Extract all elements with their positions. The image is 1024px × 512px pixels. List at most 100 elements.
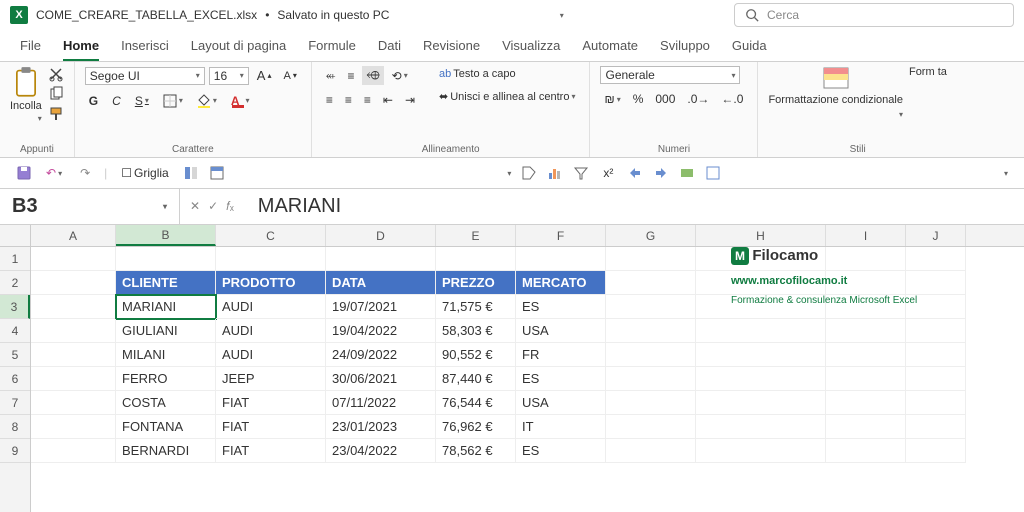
chevron-down-icon[interactable]: ▾	[560, 11, 564, 20]
tab-developer[interactable]: Sviluppo	[660, 38, 710, 61]
indent-decrease-icon[interactable]: ⇤	[379, 91, 397, 109]
qat-icon-6[interactable]	[705, 165, 721, 181]
cell[interactable]	[906, 391, 966, 415]
format-table-button[interactable]: Form ta	[909, 66, 947, 78]
cell[interactable]: BERNARDI	[116, 439, 216, 463]
cell[interactable]: USA	[516, 391, 606, 415]
cell[interactable]	[826, 343, 906, 367]
cell[interactable]	[906, 367, 966, 391]
col-header-G[interactable]: G	[606, 225, 696, 246]
chevron-down-icon[interactable]: ▾	[1004, 169, 1008, 178]
col-header-E[interactable]: E	[436, 225, 516, 246]
col-header-J[interactable]: J	[906, 225, 966, 246]
cell[interactable]: PREZZO	[436, 271, 516, 295]
align-top-icon[interactable]: ⬴	[322, 66, 340, 85]
cell[interactable]	[216, 247, 326, 271]
chevron-down-icon[interactable]: ▾	[38, 114, 42, 123]
cell[interactable]	[31, 343, 116, 367]
cell[interactable]	[826, 391, 906, 415]
font-size-dropdown[interactable]: 16▾	[209, 67, 249, 85]
cell[interactable]	[606, 343, 696, 367]
col-header-I[interactable]: I	[826, 225, 906, 246]
cell[interactable]: MARIANI	[116, 295, 216, 319]
borders-button[interactable]: ▾	[159, 92, 187, 110]
cell[interactable]	[436, 247, 516, 271]
save-icon[interactable]	[16, 165, 32, 181]
cell[interactable]	[606, 391, 696, 415]
cell[interactable]: 23/01/2023	[326, 415, 436, 439]
cell[interactable]	[696, 415, 826, 439]
cell[interactable]	[696, 391, 826, 415]
row-header-3[interactable]: 3	[0, 295, 30, 319]
cell[interactable]	[826, 415, 906, 439]
tab-layout[interactable]: Layout di pagina	[191, 38, 286, 61]
cells-area[interactable]: M Filocamo www.marcofilocamo.it Formazio…	[31, 247, 1024, 463]
cell[interactable]: IT	[516, 415, 606, 439]
cell[interactable]: AUDI	[216, 319, 326, 343]
cell[interactable]	[696, 343, 826, 367]
tag-icon[interactable]	[521, 165, 537, 181]
cell[interactable]	[606, 271, 696, 295]
search-box[interactable]: Cerca	[734, 3, 1014, 27]
cell[interactable]	[326, 247, 436, 271]
decrease-font-icon[interactable]: A▾	[279, 68, 300, 84]
tab-insert[interactable]: Inserisci	[121, 38, 169, 61]
cell[interactable]: 58,303 €	[436, 319, 516, 343]
increase-decimal-icon[interactable]: .0→	[683, 90, 713, 108]
cell[interactable]	[696, 439, 826, 463]
save-status[interactable]: Salvato in questo PC	[277, 8, 389, 22]
cell[interactable]	[606, 439, 696, 463]
col-header-B[interactable]: B	[116, 225, 216, 246]
qat-icon-1[interactable]	[183, 165, 199, 181]
cell[interactable]: 78,562 €	[436, 439, 516, 463]
gridlines-toggle[interactable]: ☐ Griglia	[117, 164, 172, 182]
format-painter-icon[interactable]	[48, 106, 64, 122]
currency-icon[interactable]: ₪▾	[600, 90, 624, 108]
paste-label[interactable]: Incolla	[10, 100, 42, 112]
cell[interactable]	[906, 343, 966, 367]
fx-icon[interactable]: 𝑓ₓ	[226, 199, 234, 214]
tab-file[interactable]: File	[20, 38, 41, 61]
cell[interactable]: GIULIANI	[116, 319, 216, 343]
chevron-down-icon[interactable]: ▾	[507, 169, 511, 178]
cell[interactable]: FIAT	[216, 391, 326, 415]
cell[interactable]: 19/04/2022	[326, 319, 436, 343]
qat-icon-3[interactable]	[627, 165, 643, 181]
increase-font-icon[interactable]: A▴	[253, 66, 276, 85]
tab-help[interactable]: Guida	[732, 38, 767, 61]
cell[interactable]: JEEP	[216, 367, 326, 391]
align-left-icon[interactable]: ≡	[322, 91, 337, 109]
font-name-dropdown[interactable]: Segoe UI▾	[85, 67, 205, 85]
name-box[interactable]: B3▾	[0, 189, 180, 224]
qat-icon-4[interactable]	[653, 165, 669, 181]
cell[interactable]: 19/07/2021	[326, 295, 436, 319]
conditional-format-button[interactable]: Formattazione condizionale▾	[768, 66, 903, 119]
align-right-icon[interactable]: ≡	[360, 91, 375, 109]
cell[interactable]	[696, 367, 826, 391]
cell[interactable]: FIAT	[216, 415, 326, 439]
align-bottom-icon[interactable]: ⬲	[362, 66, 383, 85]
cell[interactable]	[826, 367, 906, 391]
tab-automate[interactable]: Automate	[582, 38, 638, 61]
cell[interactable]	[31, 319, 116, 343]
cell[interactable]: 71,575 €	[436, 295, 516, 319]
cell[interactable]: ES	[516, 439, 606, 463]
cell[interactable]: 23/04/2022	[326, 439, 436, 463]
cell[interactable]: 24/09/2022	[326, 343, 436, 367]
row-header-8[interactable]: 8	[0, 415, 30, 439]
col-header-H[interactable]: H	[696, 225, 826, 246]
cell[interactable]	[31, 439, 116, 463]
cell[interactable]: FERRO	[116, 367, 216, 391]
cell[interactable]	[906, 415, 966, 439]
cell[interactable]: 87,440 €	[436, 367, 516, 391]
clipboard-icon[interactable]	[12, 66, 40, 98]
cell[interactable]: MERCATO	[516, 271, 606, 295]
comma-icon[interactable]: 000	[651, 90, 679, 108]
filter-icon[interactable]	[573, 165, 589, 181]
cell[interactable]	[31, 415, 116, 439]
cell[interactable]	[31, 391, 116, 415]
cell[interactable]	[31, 295, 116, 319]
formula-input[interactable]: MARIANI	[244, 195, 355, 218]
cell[interactable]: 90,552 €	[436, 343, 516, 367]
cell[interactable]: FIAT	[216, 439, 326, 463]
